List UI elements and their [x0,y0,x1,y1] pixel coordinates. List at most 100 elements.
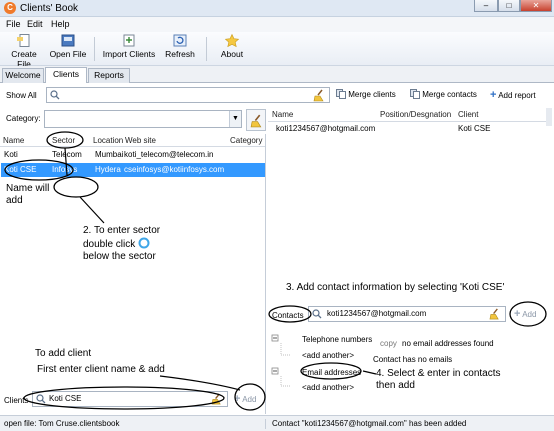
client-name-value: Koti CSE [49,394,82,403]
loading-icon [138,237,150,249]
tab-welcome[interactable]: Welcome [2,68,44,83]
show-all-label[interactable]: Show All [6,91,37,100]
status-bar: open file: Tom Cruse.clientsbook Contact… [0,415,554,431]
annotation-add-client: To add client [35,348,92,359]
merge-icon [336,89,346,99]
status-file: open file: Tom Cruse.clientsbook [4,419,120,428]
chevron-down-icon[interactable]: ▼ [229,111,241,127]
toolbar-divider [206,37,207,61]
plus-icon: + [234,393,241,405]
email-addresses-label[interactable]: Email addresses [302,368,361,377]
toolbar-divider [94,37,95,61]
scrollbar[interactable] [546,108,552,126]
contact-input-value: koti1234567@hotgmail.com [327,309,427,318]
annotation-line [362,370,377,375]
contact-client: Koti CSE [458,124,491,133]
toolbar: Create File Open File Import Clients Ref… [0,32,554,69]
annotation-text: below the sector [83,251,156,262]
contact-col-client-header[interactable]: Client [458,110,478,119]
tab-strip: Welcome Clients Reports [0,66,554,83]
status-divider [265,419,266,429]
add-contact-button[interactable]: + Add [514,308,536,320]
client-location: Mumbai [95,150,123,159]
refresh-button[interactable]: Refresh [162,34,198,59]
annotation-name: Name will add [6,183,49,207]
search-icon [312,309,322,319]
open-file-button[interactable]: Open File [49,34,87,59]
annotation-text: then add [376,380,415,391]
import-clients-label: Import Clients [102,49,156,59]
contact-input[interactable]: koti1234567@hotgmail.com [308,306,506,322]
tree-lines [271,334,291,387]
merge-clients-button[interactable]: Merge clients [336,89,396,99]
about-label: About [220,49,244,59]
telephone-numbers-label[interactable]: Telephone numbers [302,335,372,344]
add-client-button[interactable]: + Add [234,393,256,405]
annotation-text: add [6,195,23,206]
open-file-label: Open File [49,49,87,59]
broom-icon[interactable] [211,393,223,405]
tab-clients[interactable]: Clients [45,67,87,83]
minimize-button[interactable]: – [474,0,498,12]
col-category-header[interactable]: Category [230,136,262,145]
category-select[interactable]: ▼ [44,110,242,128]
merge-contacts-button[interactable]: Merge contacts [410,89,477,99]
annotation-add-client-2: First enter client name & add [37,364,165,375]
search-input[interactable] [46,87,330,103]
merge-contacts-label: Merge contacts [422,90,477,99]
client-name: Koti CSE [4,165,37,174]
annotation-select-enter: 4. Select & enter in contacts then add [376,368,501,392]
refresh-label: Refresh [165,49,195,59]
add-report-button[interactable]: + Add report [490,89,536,101]
table-row[interactable]: Koti CSE Infosys Hydera cseinfosys@kotii… [1,163,265,177]
menu-help[interactable]: Help [51,19,70,29]
table-row[interactable]: koti1234567@hotgmail.com Koti CSE [268,122,548,135]
table-row[interactable]: Koti Telecom Mumbai koti_telecom@telecom… [0,148,265,162]
maximize-button[interactable]: □ [498,0,520,12]
menu-bar: File Edit Help [0,17,554,32]
annotation-text: double click [83,237,160,251]
broom-icon[interactable] [489,308,501,320]
client-website: cseinfosys@kotiinfosys.com [124,165,225,174]
add-another-phone[interactable]: <add another> [302,351,354,360]
broom-icon [250,114,262,128]
copy-button[interactable]: copy [380,339,397,348]
header-divider [0,146,265,147]
broom-icon[interactable] [313,89,326,102]
col-sector-header[interactable]: Sector [52,136,75,145]
no-emails-found-text: no email addresses found [402,339,494,348]
col-name-header[interactable]: Name [3,136,24,145]
menu-file[interactable]: File [6,19,21,29]
clients-label: Clients [4,396,29,405]
col-website-header[interactable]: Web site [125,136,156,145]
add-another-email[interactable]: <add another> [302,383,354,392]
import-clients-button[interactable]: Import Clients [101,34,157,59]
open-file-icon [61,34,75,47]
col-location-header[interactable]: Location [93,136,127,145]
add-client-label: Add [242,395,257,404]
category-label: Category: [6,114,41,123]
tab-reports[interactable]: Reports [88,68,130,83]
contact-col-name-header[interactable]: Name [272,110,293,119]
annotation-text: 2. To enter sector [83,225,161,236]
app-icon: C [4,2,16,14]
add-contact-label: Add [522,310,537,319]
merge-clients-label: Merge clients [348,90,396,99]
contact-col-position-header[interactable]: Position/Desgnation [380,110,451,119]
client-name-input[interactable]: Koti CSE [32,391,228,407]
star-icon [224,33,240,48]
no-emails-text: Contact has no emails [373,355,453,364]
about-button[interactable]: About [214,33,250,59]
plus-icon: + [514,308,521,320]
client-sector: Telecom [52,150,82,159]
plus-icon: + [490,89,497,101]
annotation-text: 4. Select & enter in contacts [376,368,501,379]
refresh-icon [173,34,187,47]
menu-edit[interactable]: Edit [27,19,43,29]
contacts-label: Contacts [272,311,304,320]
close-button[interactable]: ✕ [520,0,552,12]
create-file-button[interactable]: Create File [4,34,44,69]
annotation-contact-info: 3. Add contact information by selecting … [286,282,505,293]
merge-icon [410,89,420,99]
clear-category-button[interactable] [246,109,266,131]
